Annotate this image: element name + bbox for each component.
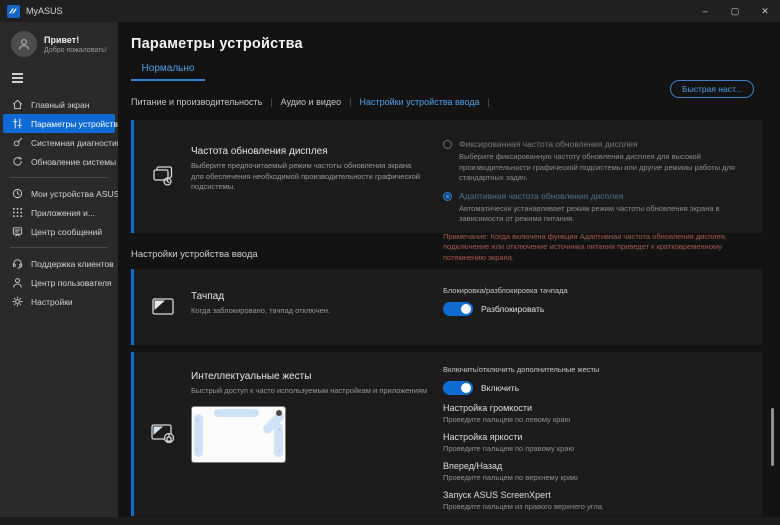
gestures-description: Быстрый доступ к часто используемым наст… (191, 386, 427, 395)
person-icon (13, 278, 22, 288)
user-profile[interactable]: Привет! Добро пожаловать! (0, 29, 118, 63)
touchpad-toggle-state: Разблокировать (481, 304, 545, 314)
gesture-corner-dot (276, 409, 282, 416)
page-title: Параметры устройства (131, 36, 303, 52)
radio-option-adaptive[interactable]: Адаптивная частота обновления дисплея (443, 191, 746, 201)
display-refresh-icon (152, 165, 172, 186)
radio-checked-icon (443, 191, 452, 201)
touchpad-toggle[interactable] (443, 302, 473, 316)
gear-icon (12, 296, 23, 307)
radio-option-fixed-description: Выберите фиксированную частоту обновлени… (459, 152, 735, 182)
radio-unchecked-icon (443, 140, 452, 149)
sliders-icon (12, 118, 23, 129)
sidebar-divider (10, 247, 108, 248)
device-clock-icon (12, 188, 23, 199)
close-button[interactable]: ✕ (750, 0, 780, 22)
minimize-button[interactable]: – (690, 0, 720, 22)
maximize-button[interactable]: ▢ (720, 0, 750, 22)
sidebar-divider (10, 177, 108, 178)
adaptive-refresh-note: Примечание: Когда включена функция Адапт… (443, 231, 727, 263)
apps-grid-icon (12, 207, 23, 218)
sidebar-item-system-update[interactable]: Обновление системы (0, 152, 118, 171)
radio-option-adaptive-description: Автоматически устанавливает режим режим … (459, 203, 720, 224)
sidebar-item-customer-support[interactable]: Поддержка клиентов (0, 254, 118, 273)
sidebar-item-message-center[interactable]: Центр сообщений (0, 222, 118, 241)
message-icon (12, 227, 23, 237)
sidebar-item-device-settings[interactable]: Параметры устройства (3, 114, 122, 133)
tab-audio-video[interactable]: Аудио и видео (281, 97, 342, 107)
radio-option-fixed[interactable]: Фиксированная частота обновления дисплея (443, 139, 746, 149)
sidebar: Привет! Добро пожаловать! Главный экран … (0, 22, 125, 517)
smart-gestures-card: Интеллектуальные жесты Быстрый доступ к … (131, 352, 762, 516)
touchpad-card: Тачпад Когда заблокировано, тачпад отклю… (131, 269, 762, 345)
main-content: Параметры устройства Нормально Быстрая н… (118, 22, 780, 517)
gestures-toggle-state: Включить (481, 383, 520, 393)
gestures-preview-image: ‹ · · · · · · › ˄ ˅ ˄ ˅ (191, 405, 286, 463)
gestures-title: Интеллектуальные жесты (191, 371, 312, 382)
window-bottom-edge (0, 517, 780, 525)
tab-input-device-settings[interactable]: Настройки устройства ввода (360, 97, 480, 107)
headset-icon (12, 259, 23, 269)
sidebar-item-my-devices[interactable]: Мои устройства ASUS (0, 184, 119, 203)
touchpad-icon (151, 298, 174, 315)
settings-tab-bar: Питание и производительность | Аудио и в… (131, 97, 490, 107)
myasus-logo-icon (7, 4, 20, 18)
welcome-text: Добро пожаловать! (44, 46, 107, 54)
status-tab-normal[interactable]: Нормально (131, 63, 205, 81)
touchpad-description: Когда заблокировано, тачпад отключен. (191, 306, 331, 315)
titlebar: MyASUS – ▢ ✕ (0, 0, 780, 22)
tab-power-performance[interactable]: Питание и производительность (131, 97, 262, 107)
gesture-brightness: Настройка яркости Проведите пальцем по п… (443, 432, 575, 453)
gestures-toggle[interactable] (443, 381, 473, 395)
touchpad-toggle-label: Блокировка/разблокировка тачпада (443, 286, 568, 295)
gestures-toggle-label: Включить/отключить дополнительные жесты (443, 365, 600, 374)
gestures-icon (150, 424, 174, 444)
wrench-icon (13, 137, 23, 147)
gesture-volume: Настройка громкости Проведите пальцем по… (443, 403, 571, 424)
home-icon (12, 99, 23, 110)
quick-settings-button[interactable]: Быстрая наст... (670, 80, 754, 98)
sidebar-item-settings[interactable]: Настройки (0, 292, 118, 311)
refresh-rate-description: Выберите предпочитаемый режим частоты об… (191, 161, 420, 191)
refresh-rate-title: Частота обновления дисплея (191, 146, 328, 157)
sidebar-item-diagnostics[interactable]: Системная диагностика (0, 133, 125, 152)
app-title: MyASUS (26, 6, 63, 16)
gesture-forward-back: Вперед/Назад Проведите пальцем по верхне… (443, 461, 578, 482)
touchpad-title: Тачпад (191, 291, 225, 302)
refresh-rate-card: Частота обновления дисплея Выберите пред… (131, 120, 762, 262)
avatar (11, 31, 37, 57)
sidebar-item-home[interactable]: Главный экран (0, 95, 118, 114)
update-icon (13, 156, 23, 166)
greeting-text: Привет! (44, 34, 80, 45)
gesture-screenxpert: Запуск ASUS ScreenXpert Проведите пальце… (443, 490, 604, 511)
vertical-scrollbar[interactable] (771, 408, 774, 466)
hamburger-menu-icon[interactable] (0, 63, 118, 89)
sidebar-item-user-center[interactable]: Центр пользователя (0, 273, 118, 292)
sidebar-item-apps[interactable]: Приложения и... (0, 203, 118, 222)
